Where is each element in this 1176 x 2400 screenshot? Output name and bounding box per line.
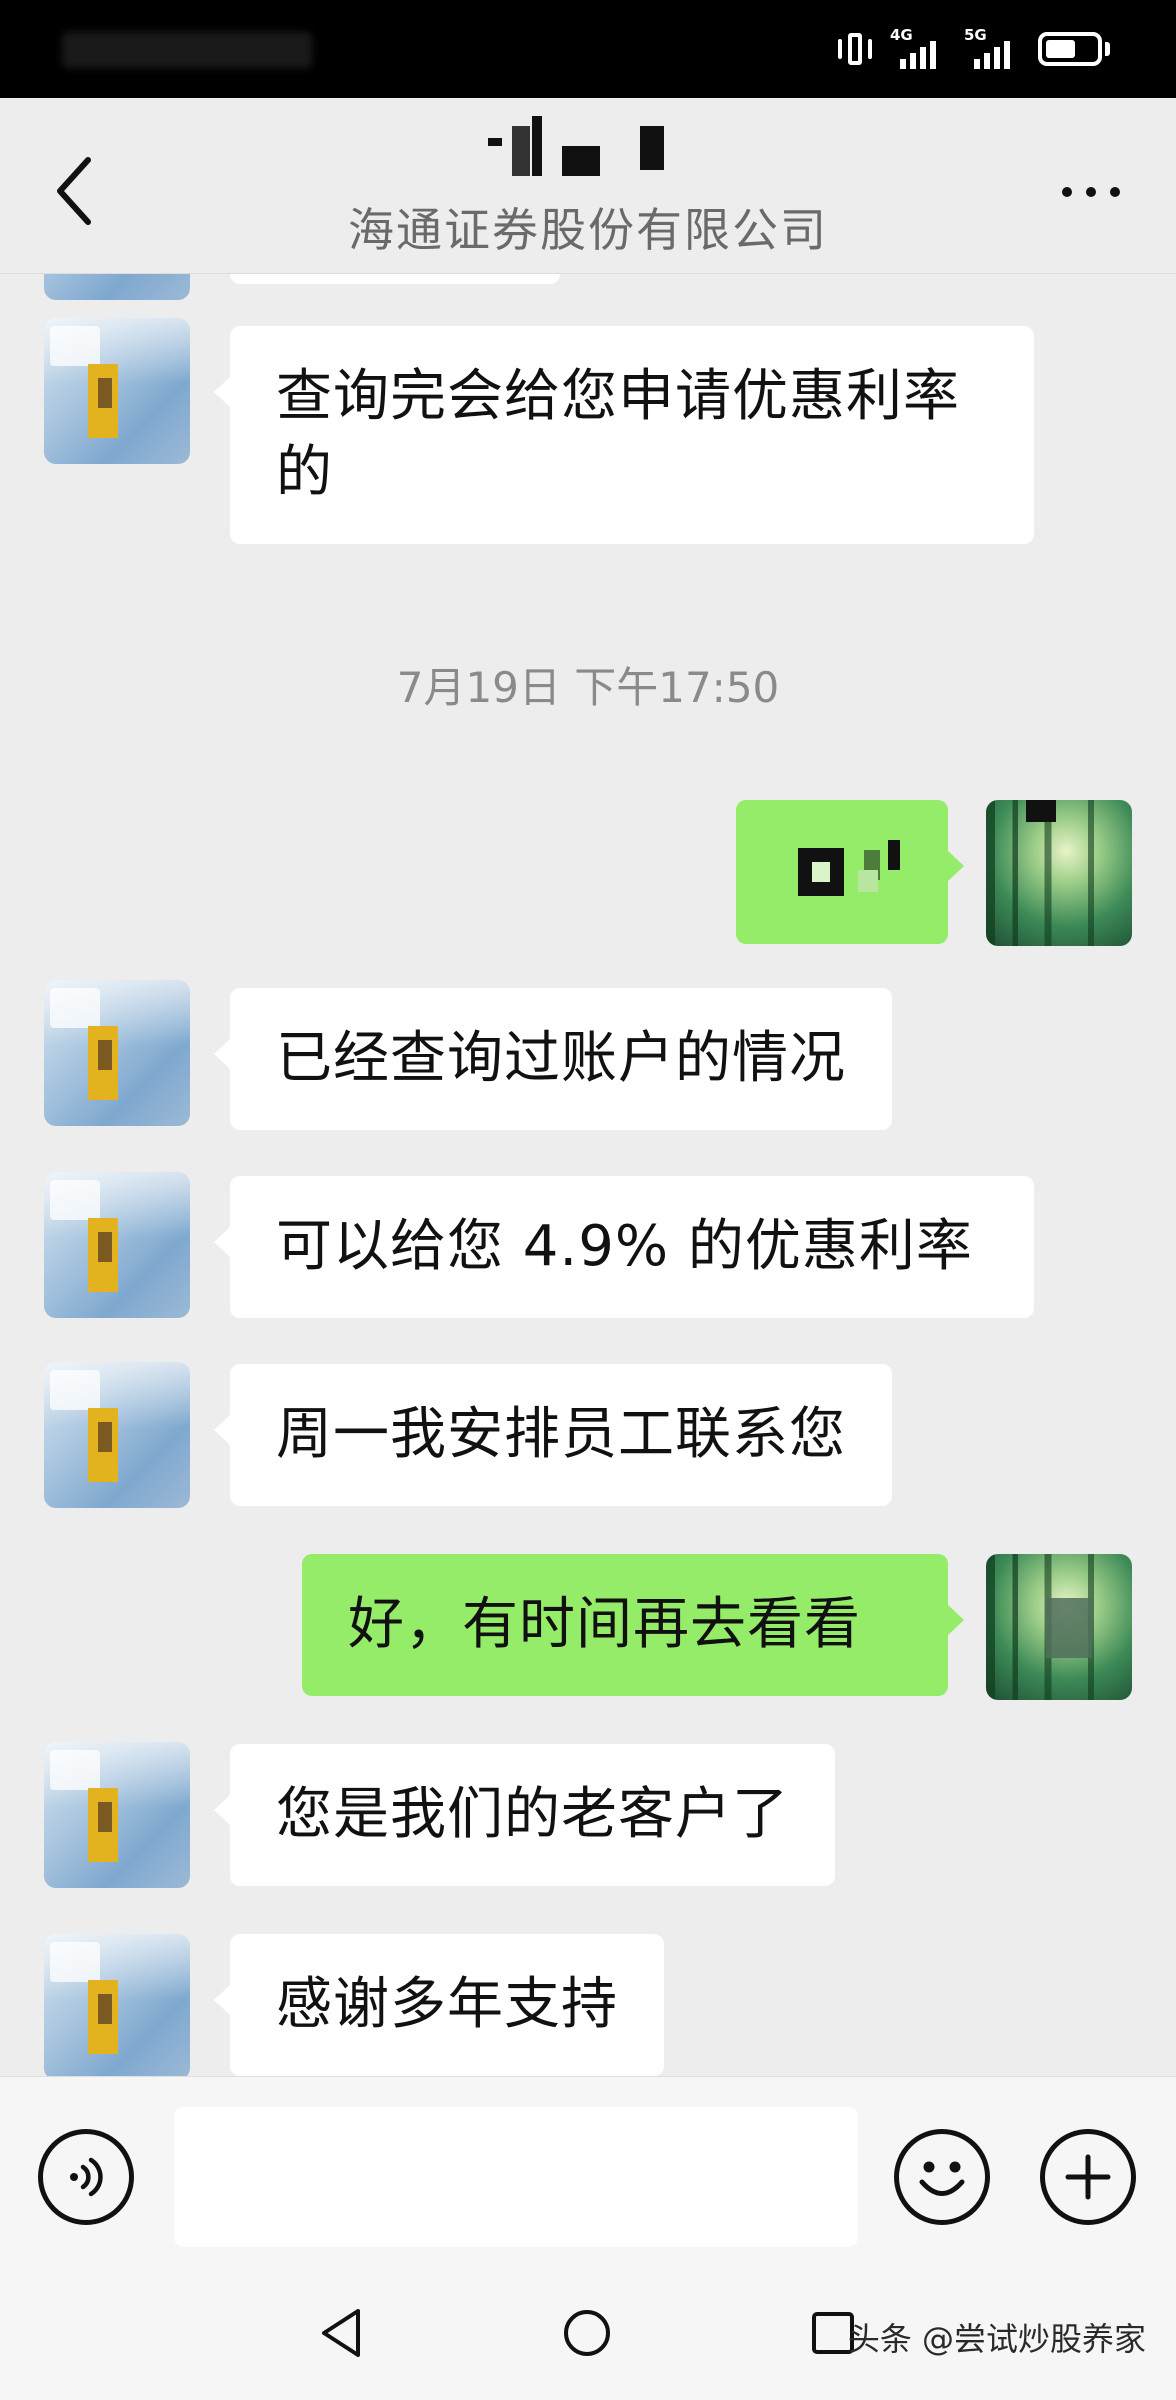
contact-avatar[interactable] (44, 1742, 190, 1888)
nav-back-button[interactable] (306, 2298, 376, 2368)
status-time-blurred (62, 32, 312, 68)
my-avatar[interactable] (986, 1554, 1132, 1700)
message-input-bar (0, 2076, 1176, 2270)
dot (1086, 187, 1096, 197)
dot (1110, 187, 1120, 197)
contact-avatar[interactable] (44, 1934, 190, 2076)
message-bubble-contact[interactable]: 您是我们的老客户了 (214, 1744, 835, 1886)
message-bubble-contact[interactable]: 感谢多年支持 (214, 1934, 664, 2076)
system-navigation-bar: 头条 @尝试炒股养家 (0, 2270, 1176, 2400)
emoji-icon (919, 2161, 965, 2196)
message-text-input[interactable] (174, 2107, 858, 2247)
more-functions-button[interactable] (1040, 2129, 1136, 2225)
voice-icon (70, 2157, 103, 2197)
signal-4g-icon: 4G (890, 27, 948, 71)
message-bubble-contact[interactable]: 查询完会给您申请优惠利率的 (214, 326, 1034, 544)
voice-input-button[interactable] (38, 2129, 134, 2225)
more-options-button[interactable] (1046, 162, 1136, 222)
contact-avatar[interactable] (44, 1172, 190, 1318)
status-bar: 4G 5G (0, 0, 1176, 98)
chat-header: 海通证券股份有限公司 (0, 98, 1176, 274)
nav-home-button[interactable] (552, 2298, 622, 2368)
message-timestamp: 7月19日 下午17:50 (396, 663, 780, 712)
contact-name-pixelated (488, 114, 684, 176)
message-bubble-contact[interactable]: 已经查询过账户的情况 (214, 988, 892, 1130)
vibrate-icon (836, 29, 874, 69)
contact-avatar[interactable] (44, 980, 190, 1126)
circle-home-icon (564, 2310, 610, 2356)
message-bubble-me[interactable]: 好，有时间再去看看 (302, 1554, 964, 1696)
contact-company: 海通证券股份有限公司 (348, 203, 828, 257)
triangle-back-icon (322, 2309, 360, 2357)
status-icons: 4G 5G (836, 26, 1110, 72)
message-bubble-contact[interactable]: 周一我安排员工联系您 (214, 1364, 892, 1506)
contact-avatar[interactable] (44, 274, 190, 300)
watermark-text: 头条 @尝试炒股养家 (847, 2320, 1146, 2358)
contact-avatar[interactable] (44, 318, 190, 464)
message-bubble-contact[interactable]: 可以给您 4.9% 的优惠利率 (214, 1176, 1034, 1318)
my-avatar[interactable] (986, 800, 1132, 946)
plus-icon (1065, 2154, 1111, 2200)
message-bubble-partial[interactable] (230, 274, 560, 284)
emoji-button[interactable] (894, 2129, 990, 2225)
contact-avatar[interactable] (44, 1362, 190, 1508)
dot (1062, 187, 1072, 197)
battery-icon (1038, 30, 1110, 68)
message-bubble-me-redacted[interactable] (736, 800, 964, 944)
signal-5g-icon: 5G (964, 27, 1022, 71)
chat-history[interactable]: 查询完会给您申请优惠利率的 7月19日 下午17:50 已经查询过账户的情况 可… (0, 274, 1176, 2076)
